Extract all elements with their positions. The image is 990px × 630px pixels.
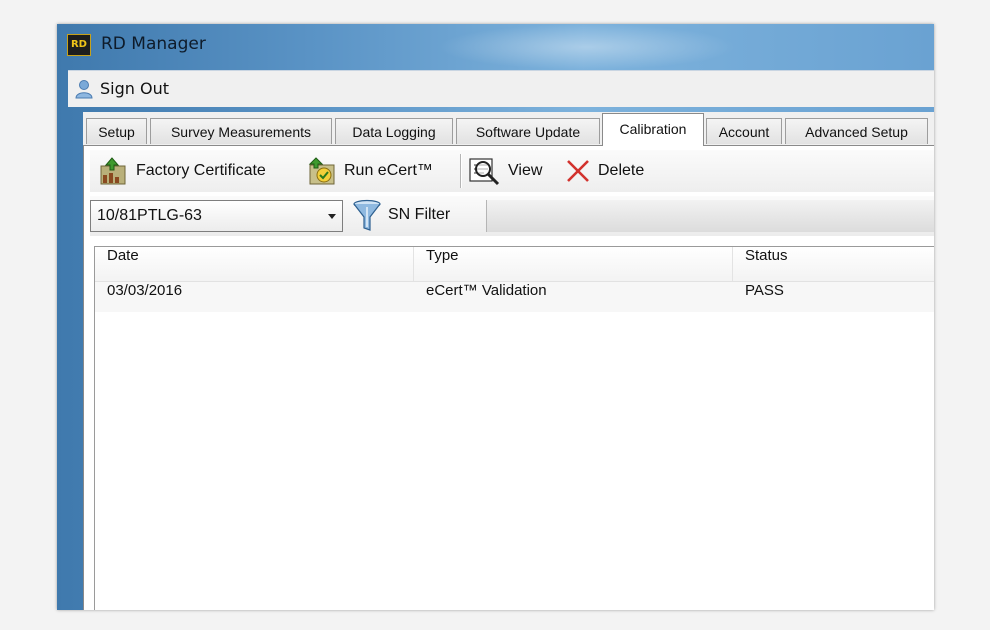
toolbar-separator bbox=[460, 154, 462, 188]
title-bar[interactable]: RD RD Manager bbox=[57, 24, 934, 68]
calibration-list[interactable]: Date Type Status 03/03/2016 eCert™ Valid… bbox=[94, 246, 934, 610]
view-button[interactable]: View bbox=[468, 156, 542, 186]
row-status: PASS bbox=[745, 282, 784, 299]
sn-filter-button[interactable]: SN Filter bbox=[352, 199, 451, 231]
view-label: View bbox=[508, 162, 543, 179]
action-toolbar: Factory Certificate Run eCert™ View Dele… bbox=[90, 150, 934, 192]
tab-advanced-setup[interactable]: Advanced Setup bbox=[785, 118, 928, 144]
user-icon bbox=[75, 80, 93, 99]
filter-toolbar: 10/81PTLG-63 SN Filter bbox=[90, 196, 934, 236]
chevron-down-icon bbox=[328, 214, 336, 219]
run-ecert-icon bbox=[308, 157, 335, 185]
sn-filter-label: SN Filter bbox=[388, 206, 451, 223]
calibration-panel: Factory Certificate Run eCert™ View Dele… bbox=[83, 145, 934, 610]
tab-account[interactable]: Account bbox=[706, 118, 782, 144]
window-title: RD Manager bbox=[101, 34, 206, 54]
view-magnifier-icon bbox=[469, 158, 500, 186]
delete-x-icon bbox=[567, 160, 589, 182]
selected-serial-value: 10/81PTLG-63 bbox=[97, 207, 202, 224]
tab-setup[interactable]: Setup bbox=[86, 118, 147, 144]
sign-out-button[interactable]: Sign Out bbox=[100, 79, 169, 98]
serial-number-dropdown[interactable]: 10/81PTLG-63 bbox=[90, 200, 343, 232]
menu-bar: Sign Out bbox=[68, 70, 934, 107]
delete-label: Delete bbox=[598, 162, 645, 179]
tab-survey-measurements[interactable]: Survey Measurements bbox=[150, 118, 332, 144]
column-header-status[interactable]: Status bbox=[733, 247, 934, 281]
tab-data-logging[interactable]: Data Logging bbox=[335, 118, 453, 144]
app-logo-icon: RD bbox=[67, 34, 91, 56]
factory-certificate-button[interactable]: Factory Certificate bbox=[98, 156, 266, 186]
factory-certificate-icon bbox=[100, 157, 126, 185]
row-date: 03/03/2016 bbox=[107, 282, 183, 299]
column-header-type[interactable]: Type bbox=[414, 247, 733, 281]
tab-strip: Setup Survey Measurements Data Logging S… bbox=[83, 112, 934, 146]
toolbar-gutter bbox=[486, 200, 934, 232]
tab-software-update[interactable]: Software Update bbox=[456, 118, 600, 144]
tab-calibration[interactable]: Calibration bbox=[602, 113, 704, 146]
factory-certificate-label: Factory Certificate bbox=[136, 162, 266, 179]
delete-button[interactable]: Delete bbox=[564, 156, 644, 186]
run-ecert-button[interactable]: Run eCert™ bbox=[306, 156, 433, 186]
row-type: eCert™ Validation bbox=[426, 282, 547, 299]
column-header-date[interactable]: Date bbox=[95, 247, 414, 281]
app-window: RD RD Manager Sign Out Setup Survey Meas… bbox=[57, 24, 934, 610]
filter-funnel-icon bbox=[353, 199, 381, 231]
list-header: Date Type Status bbox=[95, 247, 934, 282]
client-area: Setup Survey Measurements Data Logging S… bbox=[83, 112, 934, 610]
table-row[interactable]: 03/03/2016 eCert™ Validation PASS bbox=[95, 282, 934, 312]
run-ecert-label: Run eCert™ bbox=[344, 162, 433, 179]
